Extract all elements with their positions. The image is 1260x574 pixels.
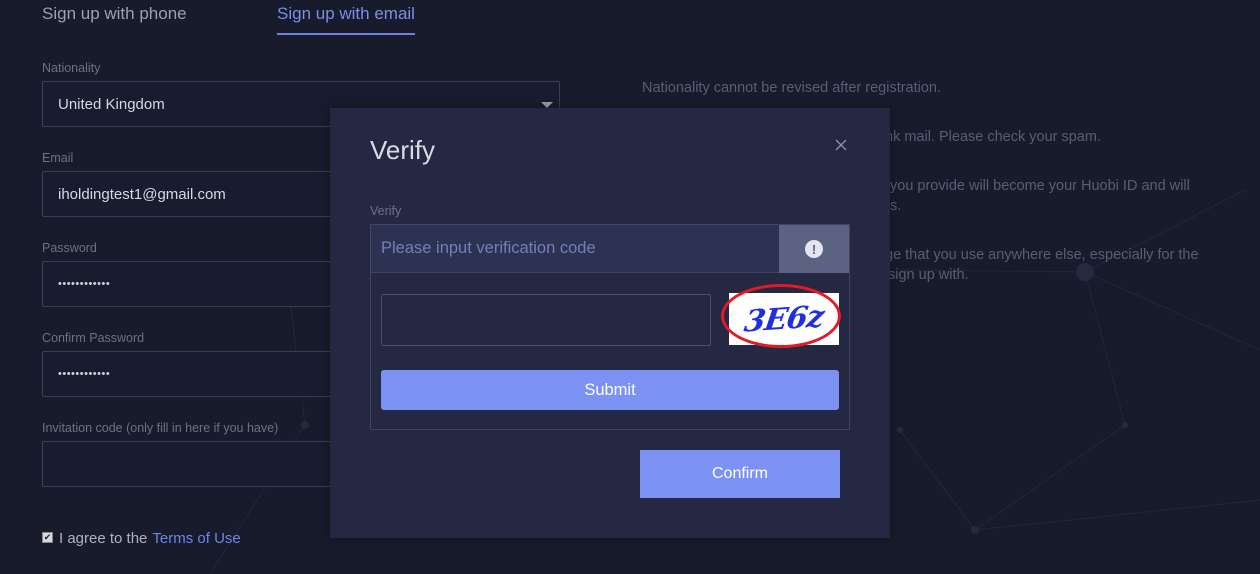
modal-title: Verify — [370, 135, 436, 165]
invitation-code-label: Invitation code (only fill in here if yo… — [42, 421, 279, 435]
password-value: •••••••••••• — [58, 278, 111, 290]
submit-button[interactable]: Submit — [381, 370, 839, 410]
email-label: Email — [42, 151, 74, 165]
highlight-ring — [721, 284, 841, 348]
verification-info-button[interactable]: ! — [779, 225, 849, 273]
note-password-line2: sign up with. — [888, 267, 969, 283]
confirm-button[interactable]: Confirm — [640, 450, 840, 498]
agree-text: I agree to the — [59, 530, 148, 547]
note-huobi-id-line2: s. — [890, 198, 902, 214]
verify-modal: Verify Verify Please input verification … — [330, 108, 890, 538]
nationality-value: United Kingdom — [58, 95, 165, 113]
close-icon[interactable] — [833, 137, 849, 153]
email-value: iholdingtest1@gmail.com — [58, 185, 226, 203]
verify-box: Please input verification code ! 3E6z Su… — [370, 224, 850, 430]
note-huobi-id-line1: you provide will become your Huobi ID an… — [890, 178, 1190, 194]
note-spam: nk mail. Please check your spam. — [885, 129, 1101, 145]
confirm-password-label: Confirm Password — [42, 331, 145, 345]
note-nationality: Nationality cannot be revised after regi… — [642, 80, 942, 96]
password-label: Password — [42, 241, 97, 255]
verification-code-placeholder: Please input verification code — [381, 239, 596, 257]
terms-agreement: ✔ I agree to the Terms of Use — [42, 530, 241, 547]
captcha-image[interactable]: 3E6z — [721, 284, 841, 348]
nationality-label: Nationality — [42, 61, 101, 75]
tab-sign-up-email[interactable]: Sign up with email — [277, 4, 415, 35]
note-password-line1: ge that you use anywhere else, especiall… — [885, 247, 1199, 263]
verify-label: Verify — [370, 204, 402, 218]
captcha-input[interactable] — [381, 294, 711, 346]
verification-code-input[interactable]: Please input verification code — [371, 225, 779, 273]
tab-sign-up-phone[interactable]: Sign up with phone — [42, 4, 187, 24]
confirm-password-value: •••••••••••• — [58, 368, 111, 380]
exclamation-icon: ! — [805, 240, 823, 258]
terms-of-use-link[interactable]: Terms of Use — [152, 530, 240, 547]
agree-checkbox[interactable]: ✔ — [42, 532, 53, 543]
